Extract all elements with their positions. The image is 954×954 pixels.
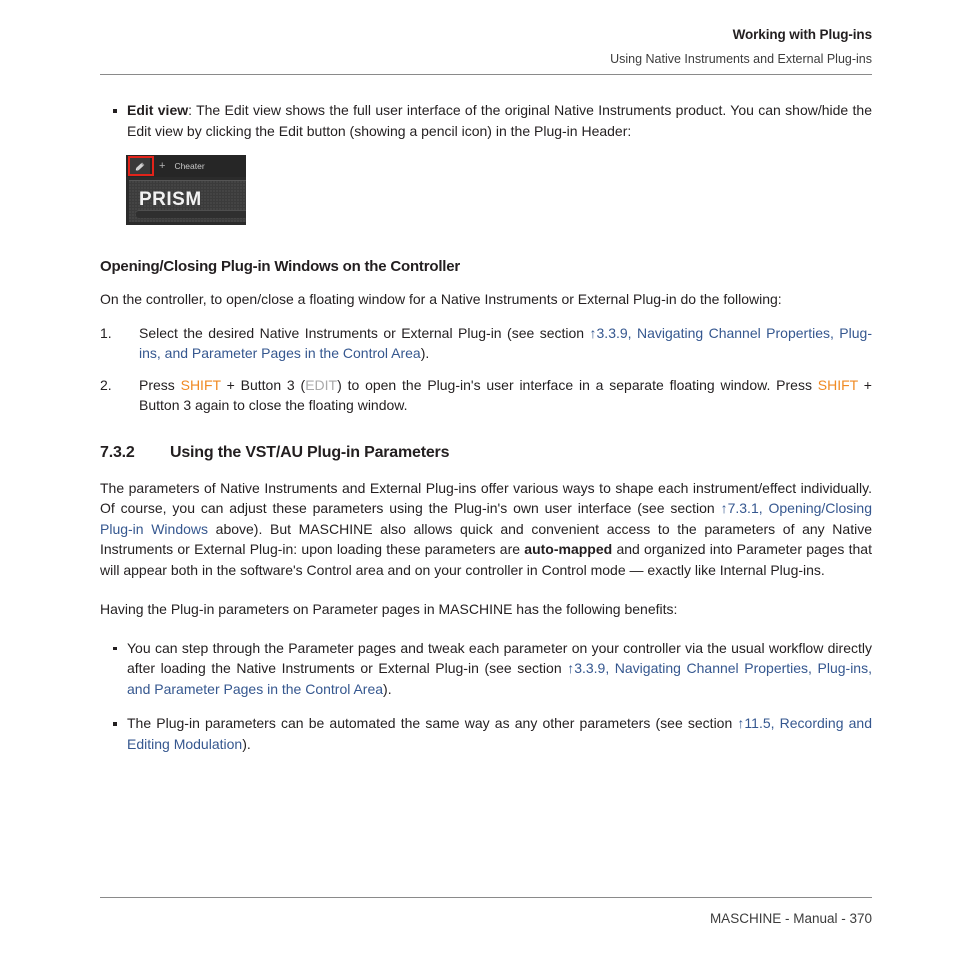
step-text-before: Select the desired Native Instruments or… — [139, 324, 590, 341]
intro-paragraph: On the controller, to open/close a float… — [100, 291, 782, 307]
step-text-2: + Button 3 ( — [220, 376, 306, 393]
running-header-title: Working with Plug-ins — [732, 27, 873, 42]
list-item: You can step through the Parameter pages… — [100, 638, 872, 700]
plugin-header-figure: + Cheater PRISM — [126, 155, 246, 225]
section-paragraph-2: Having the Plug-in parameters on Paramet… — [100, 601, 678, 617]
section-heading: 7.3.2 Using the VST/AU Plug-in Parameters — [100, 442, 872, 464]
plugin-logo: PRISM — [139, 189, 202, 210]
edit-view-text: : The Edit view shows the full user inte… — [127, 102, 872, 139]
auto-mapped-emphasis: auto-mapped — [524, 541, 613, 557]
step-number: 2. — [100, 376, 112, 393]
edit-view-term: Edit view — [127, 102, 189, 118]
running-header-subtitle: Using Native Instruments and External Pl… — [610, 52, 872, 66]
step-text-3: ) to open the Plug-in's user interface i… — [337, 376, 818, 393]
document-page: Working with Plug-ins Using Native Instr… — [0, 0, 954, 954]
list-item: 1. Select the desired Native Instruments … — [100, 323, 872, 364]
pencil-icon[interactable] — [130, 158, 150, 174]
header-divider — [100, 74, 872, 75]
list-item: 2. Press SHIFT + Button 3 (EDIT) to open … — [100, 375, 872, 416]
benefits-list: You can step through the Parameter pages… — [100, 638, 872, 755]
step-number: 1. — [100, 324, 112, 341]
section-number: 7.3.2 — [100, 443, 135, 461]
edit-view-bullet-list: Edit view: The Edit view shows the full … — [100, 100, 872, 141]
footer-text: MASCHINE - Manual - 370 — [709, 911, 872, 926]
plugin-body-area: PRISM — [129, 180, 246, 222]
plus-icon[interactable]: + — [159, 160, 165, 172]
page-content: Edit view: The Edit view shows the full … — [100, 100, 872, 768]
footer-divider — [100, 897, 872, 898]
plugin-slot-bar — [136, 210, 246, 218]
benefit-text-1: The Plug-in parameters can be automated … — [127, 715, 738, 731]
list-item: The Plug-in parameters can be automated … — [100, 713, 872, 754]
benefit-text-2: ). — [383, 680, 392, 697]
section-paragraph-1: The parameters of Native Instruments and… — [100, 478, 872, 581]
step-text-after: ). — [420, 345, 430, 361]
plugin-header-bar: + Cheater — [126, 155, 246, 177]
plugin-name-label: Cheater — [174, 160, 205, 171]
shift-key-label: SHIFT — [817, 376, 858, 393]
shift-key-label: SHIFT — [180, 376, 221, 393]
subheading-opening-closing: Opening/Closing Plug-in Windows on the C… — [100, 258, 461, 275]
benefit-text-2: ). — [242, 735, 251, 752]
controller-steps-list: 1. Select the desired Native Instruments … — [100, 323, 872, 416]
edit-button-label: EDIT — [305, 376, 338, 393]
running-header: Working with Plug-ins Using Native Instr… — [100, 26, 872, 68]
list-item: Edit view: The Edit view shows the full … — [100, 100, 872, 141]
step-text-1: Press — [139, 376, 181, 393]
section-title: Using the VST/AU Plug-in Parameters — [170, 443, 450, 461]
